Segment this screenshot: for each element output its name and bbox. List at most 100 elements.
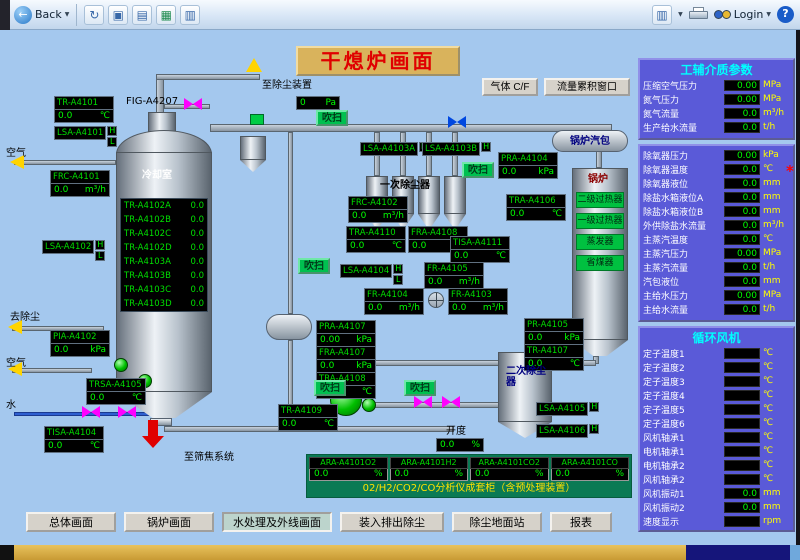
parameter-value bbox=[724, 516, 760, 527]
grid-view-icon[interactable]: ▦ bbox=[156, 5, 176, 25]
high-indicator: H bbox=[393, 264, 403, 274]
window-icon[interactable]: ▤ bbox=[132, 5, 152, 25]
purge-button[interactable]: 吹扫 bbox=[298, 258, 330, 274]
high-indicator: H bbox=[589, 402, 599, 412]
monitor-caret-icon[interactable]: ▼ bbox=[678, 11, 683, 18]
instrument-tag: FRA-A4107 0.0 kPa bbox=[316, 346, 376, 373]
tag-name: FR-A4103 bbox=[448, 288, 508, 302]
purge-button[interactable]: 吹扫 bbox=[314, 380, 346, 396]
parameter-unit: ℃ bbox=[763, 418, 790, 428]
purge-button[interactable]: 吹扫 bbox=[404, 380, 436, 396]
parameter-label: 主给水流量 bbox=[643, 303, 724, 316]
parameter-unit: mm bbox=[763, 502, 790, 512]
cooler-temp-row: TR-A4103B 0.0 bbox=[121, 269, 207, 283]
parameter-value: 0.00 bbox=[724, 94, 760, 105]
cascade-windows-icon[interactable]: ▣ bbox=[108, 5, 128, 25]
login-button[interactable]: Login ▼ bbox=[714, 8, 771, 21]
taskbar-bar bbox=[14, 545, 686, 560]
screen-nav-button[interactable]: 水处理及外线画面 bbox=[222, 512, 332, 532]
printer-icon[interactable] bbox=[689, 7, 708, 22]
boiler-sections: 二级过热器一级过热器蒸发器省煤器 bbox=[576, 192, 624, 271]
level-switch: LSA-A4103A H bbox=[360, 142, 429, 156]
parameter-label: 风机轴承2 bbox=[643, 473, 724, 486]
tag-readout: 0.0 ℃ bbox=[54, 110, 114, 123]
purge-button[interactable]: 吹扫 bbox=[462, 162, 494, 178]
parameter-value: 0.0 bbox=[724, 220, 760, 231]
parameter-unit: ℃ bbox=[763, 376, 790, 386]
high-indicator: H bbox=[95, 240, 105, 250]
steam-drum: 锅炉汽包 bbox=[552, 130, 628, 152]
analyzer-unit: % bbox=[615, 469, 624, 480]
screen-nav-button[interactable]: 报表 bbox=[550, 512, 612, 532]
instrument-tag: FR-A4103 0.0 m³/h bbox=[448, 288, 508, 315]
parameter-unit: ℃ bbox=[763, 362, 790, 372]
parameter-value bbox=[724, 404, 760, 415]
purge-button[interactable]: 吹扫 bbox=[316, 110, 348, 126]
level-switch: LSA-A4103B H bbox=[422, 142, 491, 156]
tag-name: TRA-A4110 bbox=[346, 226, 406, 240]
parameter-row: 汽包液位 0.0 mm bbox=[643, 274, 790, 288]
boiler-section: 省煤器 bbox=[576, 255, 624, 271]
back-button[interactable]: ← Back ▼ bbox=[14, 6, 69, 24]
parameter-unit: mm bbox=[763, 206, 790, 216]
parameter-unit: m³/h bbox=[763, 220, 790, 230]
tag-name: TISA-A4104 bbox=[44, 426, 104, 440]
parameter-unit: rpm bbox=[763, 516, 790, 526]
utility-parameters-panel: 工辅介质参数 压缩空气压力 0.00 MPa 氮气压力 0.00 MPa 氮气流… bbox=[638, 58, 795, 140]
browser-toolbar: ← Back ▼ ↻ ▣ ▤ ▦ ▥ ▥ ▼ Login ▼ ? bbox=[0, 0, 800, 30]
parameter-label: 除氧器压力 bbox=[643, 149, 724, 162]
level-switch-tag: LSA-A4101 bbox=[54, 126, 106, 140]
analyzer-readout: 0.0 % bbox=[309, 469, 388, 481]
cooler-temp-value: 0.0 bbox=[190, 297, 204, 311]
parameter-label: 定子温度3 bbox=[643, 375, 724, 388]
document-icon[interactable]: ▥ bbox=[180, 5, 200, 25]
analyzer-channel: ARA-A4101CO 0.0 % bbox=[551, 457, 630, 481]
level-switch: LSA-A4105 H bbox=[536, 402, 599, 416]
tag-readout: 0.0 kPa bbox=[50, 344, 110, 357]
help-button[interactable]: ? bbox=[777, 6, 794, 23]
analyzer-unit: % bbox=[535, 469, 544, 480]
parameter-row: 生产给水流量 0.0 t/h bbox=[643, 120, 790, 134]
parameter-value bbox=[724, 418, 760, 429]
parameter-unit: mm bbox=[763, 276, 790, 286]
parameter-value: 0.0 bbox=[724, 206, 760, 217]
instrument-tag: FR-A4104 0.0 m³/h bbox=[364, 288, 424, 315]
static-label: 开度 bbox=[446, 426, 466, 437]
parameter-row: 除氧器液位 0.0 mm bbox=[643, 176, 790, 190]
monitor-icon[interactable]: ▥ bbox=[652, 5, 672, 25]
cooler-temp-tag: TR-A4103A bbox=[124, 255, 171, 269]
parameter-unit: mm bbox=[763, 488, 790, 498]
instrument-tag: TR-A4109 0.0 ℃ bbox=[278, 404, 338, 431]
cooler-temp-row: TR-A4102C 0.0 bbox=[121, 227, 207, 241]
gas-cf-button[interactable]: 气体 C/F bbox=[482, 78, 538, 96]
parameter-row: 除氧器压力 0.00 kPa bbox=[643, 148, 790, 162]
high-indicator: H bbox=[589, 424, 599, 434]
parameter-row: 主给水流量 0.0 t/h bbox=[643, 302, 790, 316]
parameter-row: 外供除盐水流量 0.0 m³/h bbox=[643, 218, 790, 232]
instrument-tag: FR-A4105 0.0 m³/h bbox=[424, 262, 484, 289]
parameter-value bbox=[724, 474, 760, 485]
parameter-unit: kPa bbox=[763, 150, 790, 160]
parameter-value: 0.0 bbox=[724, 122, 760, 133]
parameter-unit: ℃ bbox=[763, 446, 790, 456]
analyzer-channel: ARA-A4101CO2 0.0 % bbox=[470, 457, 549, 481]
static-label: 至筛焦系统 bbox=[184, 452, 234, 463]
parameter-label: 电机轴承1 bbox=[643, 445, 724, 458]
tag-unit: m³/h bbox=[483, 303, 504, 313]
static-label: 一次除尘器 bbox=[380, 180, 430, 191]
parameter-row: 除氧器温度 0.0 ℃ bbox=[643, 162, 790, 176]
tag-unit: m³/h bbox=[383, 211, 404, 221]
analyzer-channel: ARA-A4101O2 0.0 % bbox=[309, 457, 388, 481]
screen-nav-button[interactable]: 除尘地面站 bbox=[452, 512, 542, 532]
parameter-label: 风机轴承1 bbox=[643, 431, 724, 444]
screen-nav-button[interactable]: 装入排出除尘 bbox=[340, 512, 444, 532]
flow-accumulation-button[interactable]: 流量累积窗口 bbox=[544, 78, 630, 96]
parameter-row: 除盐水箱液位A 0.0 mm bbox=[643, 190, 790, 204]
screen-nav-button[interactable]: 锅炉画面 bbox=[124, 512, 214, 532]
parameter-value bbox=[724, 446, 760, 457]
refresh-icon[interactable]: ↻ bbox=[84, 5, 104, 25]
tag-unit: kPa bbox=[356, 361, 372, 371]
parameter-unit: ℃ bbox=[763, 432, 790, 442]
screen-nav-button[interactable]: 总体画面 bbox=[26, 512, 116, 532]
parameter-value: 0.0 bbox=[724, 178, 760, 189]
